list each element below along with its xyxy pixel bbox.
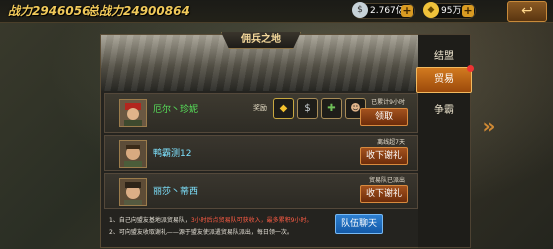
receive-gift-button[interactable]: 收下谢礼 [360, 147, 408, 165]
silver-value: 2.767亿 [370, 6, 405, 16]
game-screen: 战力2946056 总战力24900864 $ 2.767亿 + ◆ 95万 +… [0, 0, 553, 249]
total-power-value: 总战力24900864 [87, 4, 190, 18]
silver-reward-icon[interactable]: $ [297, 98, 318, 119]
gold-value: 95万 [441, 6, 462, 16]
gold-resource: ◆ 95万 + [423, 2, 476, 19]
rewards-label: 奖励 [253, 104, 267, 112]
gold-coin-icon: ◆ [423, 2, 439, 18]
panel-title-tab: 佣兵之地 [221, 32, 301, 49]
receive-gift-button[interactable]: 收下谢礼 [360, 185, 408, 203]
team-chat-button[interactable]: 队伍聊天 [335, 214, 383, 234]
return-arrow-icon: ↩ [521, 3, 533, 19]
panel-title: 佣兵之地 [241, 34, 281, 45]
row-status: 贸易队已派出 [368, 177, 405, 184]
avatar [119, 140, 147, 168]
top-status-bar: 战力2946056 总战力24900864 $ 2.767亿 + ◆ 95万 +… [0, 0, 553, 23]
silver-coin-icon: $ [352, 2, 368, 18]
ally-name: 丽莎丶蒂西 [153, 187, 199, 197]
ally-name: 厄尔丶珍妮 [153, 105, 199, 115]
mercenary-panel: 佣兵之地 厄尔丶珍妮 奖励 ◆ $ ✚ ☻ 已累计9小时 领取 鸭霸测12 离线… [100, 32, 420, 248]
list-item: 丽莎丶蒂西 贸易队已派出 收下谢礼 [104, 173, 418, 209]
add-silver-button[interactable]: + [401, 5, 413, 17]
rule-note-2: 2、可向盟友收取谢礼——源于盟友使派遣贸易队派出，每日领一次。 [109, 229, 293, 236]
list-item: 鸭霸测12 离线超7天 收下谢礼 [104, 135, 418, 171]
tab-alliance[interactable]: 结盟 [418, 47, 470, 62]
soldier-portrait-icon [120, 141, 146, 167]
row-status: 已累计9小时 [371, 99, 405, 106]
claim-button[interactable]: 领取 [360, 108, 408, 126]
back-button[interactable]: ↩ [507, 1, 547, 22]
row-status: 离线超7天 [377, 139, 405, 146]
chevron-right-icon[interactable]: » [480, 104, 498, 148]
silver-resource: $ 2.767亿 + [352, 2, 415, 19]
ally-name: 鸭霸测12 [153, 149, 192, 159]
add-gold-button[interactable]: + [462, 5, 474, 17]
tank-reward-icon[interactable]: ✚ [321, 98, 342, 119]
soldier-portrait-icon [120, 100, 146, 126]
soldier-portrait-icon [120, 179, 146, 205]
notification-dot-icon [467, 65, 474, 72]
avatar [119, 178, 147, 206]
gold-reward-icon[interactable]: ◆ [273, 98, 294, 119]
list-item: 厄尔丶珍妮 奖励 ◆ $ ✚ ☻ 已累计9小时 领取 [104, 93, 418, 133]
avatar [119, 99, 147, 127]
power-value: 战力2946056 [8, 4, 91, 18]
category-sidebar: 结盟 贸易 争霸 [416, 34, 474, 248]
rule-note-1: 1、自己向盟友基地派贸易队，3小时后点贸易队可获收入，最多累积9小时。 [109, 217, 313, 224]
tab-trade[interactable]: 贸易 [416, 65, 474, 93]
tab-contest[interactable]: 争霸 [418, 101, 470, 116]
